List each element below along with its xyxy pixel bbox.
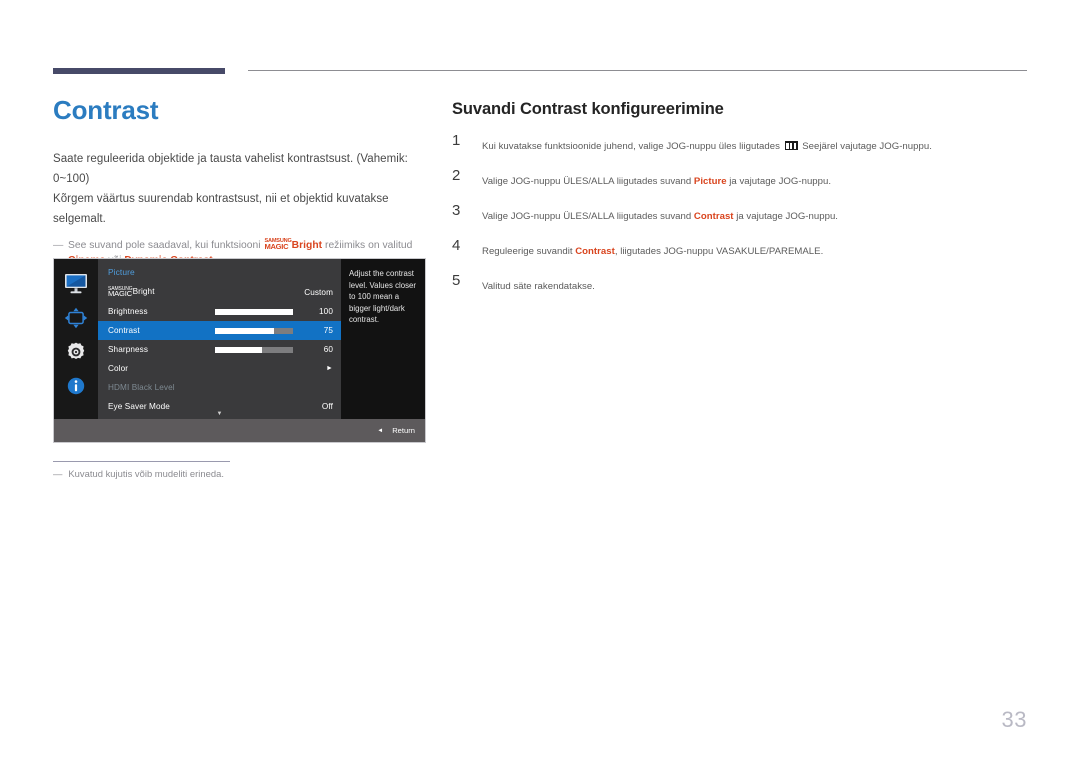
description-paragraph-1: Saate reguleerida objektide ja tausta va… [53,152,408,185]
move-icon[interactable] [64,307,88,329]
figure-caption-text: Kuvatud kujutis võib mudeliti erineda. [68,468,224,479]
return-arrow-icon[interactable]: ◄ [377,428,383,434]
step-text-pre: Valige JOG-nuppu ÜLES/ALLA liigutades su… [482,211,694,222]
osd-row-hdmi-black-level: HDMI Black Level [98,378,341,397]
gear-icon[interactable] [64,341,88,363]
osd-row-label: SAMSUNG MAGIC Bright [108,286,155,299]
osd-row-brightness[interactable]: Brightness 100 [98,302,341,321]
osd-icon-rail [54,259,98,419]
step-text: Reguleerige suvandit Contrast, liigutade… [482,246,823,257]
step-number: 4 [452,237,461,254]
osd-row-value: 100 [319,307,333,316]
samsung-magic-logo: SAMSUNG MAGIC [264,238,291,251]
step-text: Valige JOG-nuppu ÜLES/ALLA liigutades su… [482,176,831,187]
osd-row-magicbright[interactable]: SAMSUNG MAGIC Bright Custom [98,283,341,302]
osd-row-value: 75 [323,326,333,335]
step-text-post: , liigutades JOG-nuppu VASAKULE/PAREMALE… [614,246,824,257]
osd-row-label: Brightness [108,307,148,316]
osd-menu-heading: Picture [108,267,135,277]
right-column: Suvandi Contrast konfigureerimine 1 Kui … [452,100,1027,311]
osd-magic-line2: MAGIC [108,289,132,299]
step-number: 2 [452,167,461,184]
step-item: 5 Valitud säte rakendatakse. [452,272,1027,294]
section-title: Suvandi Contrast konfigureerimine [452,100,724,118]
contrast-slider[interactable] [215,327,293,334]
osd-row-label: HDMI Black Level [108,383,175,392]
step-text: Kui kuvatakse funktsioonide juhend, vali… [482,141,932,152]
return-label[interactable]: Return [392,426,415,435]
figure-caption-dash: ― [53,468,63,479]
osd-magic-bright-word: Bright [132,287,155,297]
info-icon[interactable] [64,375,88,397]
osd-row-label: Color [108,364,129,373]
osd-row-value: Off [321,402,333,411]
step-text-pre: Valitud säte rakendatakse. [482,281,595,292]
step-number: 3 [452,202,461,219]
osd-row-label: Eye Saver Mode [108,402,170,411]
step-item: 1 Kui kuvatakse funktsioonide juhend, va… [452,132,1027,154]
step-item: 4 Reguleerige suvandit Contrast, liiguta… [452,237,1027,259]
osd-tooltip-panel: Adjust the contrast level. Values closer… [341,259,425,419]
osd-menu-panel: Picture SAMSUNG MAGIC Bright Custom Bright… [98,259,341,419]
page-number: 33 [1001,707,1027,732]
step-text-pre: Valige JOG-nuppu ÜLES/ALLA liigutades su… [482,176,694,187]
step-text: Valige JOG-nuppu ÜLES/ALLA liigutades su… [482,211,838,222]
slider-fill [215,346,262,353]
step-number: 1 [452,132,461,149]
scroll-down-icon[interactable]: ▼ [217,411,223,417]
submenu-arrow-icon: ► [325,365,333,372]
step-item: 3 Valige JOG-nuppu ÜLES/ALLA liigutades … [452,202,1027,224]
step-text-pre: Reguleerige suvandit [482,246,576,257]
header-accent-bar [53,68,225,74]
slider-fill [215,327,274,334]
osd-footer: ◄ Return [54,419,425,442]
step-highlight: Contrast [693,211,734,222]
step-text-post: ja vajutage JOG-nuppu. [726,176,832,187]
osd-row-value: 60 [323,345,333,354]
note-text-mid: režiimiks on valitud [322,239,413,251]
brightness-slider[interactable] [215,308,293,315]
osd-row-sharpness[interactable]: Sharpness 60 [98,340,341,359]
osd-body: Picture SAMSUNG MAGIC Bright Custom Bright… [54,259,425,419]
figure-caption: ― Kuvatud kujutis võib mudeliti erineda. [53,468,413,479]
manual-page: Contrast Saate reguleerida objektide ja … [0,0,1080,763]
slider-fill [215,308,293,315]
osd-row-value: Custom [304,288,333,297]
osd-screenshot: Picture SAMSUNG MAGIC Bright Custom Bright… [53,258,426,443]
magicbright-word: Bright [291,239,323,251]
sharpness-slider[interactable] [215,346,293,353]
step-highlight: Picture [693,176,727,187]
figure-caption-rule [53,461,230,462]
step-text-post: Seejärel vajutage JOG-nuppu. [799,141,932,152]
menu-icon [784,141,798,150]
step-item: 2 Valige JOG-nuppu ÜLES/ALLA liigutades … [452,167,1027,189]
osd-row-color[interactable]: Color ► [98,359,341,378]
osd-row-label: Contrast [108,326,140,335]
osd-row-contrast[interactable]: Contrast 75 [98,321,341,340]
osd-samsung-magic-logo: SAMSUNG MAGIC [108,286,133,299]
header-rule [248,70,1027,71]
step-highlight: Contrast [575,246,615,257]
note-text-pre: See suvand pole saadaval, kui funktsioon… [68,239,264,251]
page-title: Contrast [53,95,159,125]
description-paragraph-2: Kõrgem väärtus suurendab kontrastsust, n… [53,192,389,225]
step-text: Valitud säte rakendatakse. [482,281,595,292]
note-dash: ― [53,239,64,251]
step-number: 5 [452,272,461,289]
step-text-post: ja vajutage JOG-nuppu. [733,211,838,222]
osd-row-label: Sharpness [108,345,149,354]
display-icon[interactable] [64,273,88,295]
step-text-pre: Kui kuvatakse funktsioonide juhend, vali… [482,141,783,152]
samsung-magic-logo-line2: MAGIC [264,241,289,251]
